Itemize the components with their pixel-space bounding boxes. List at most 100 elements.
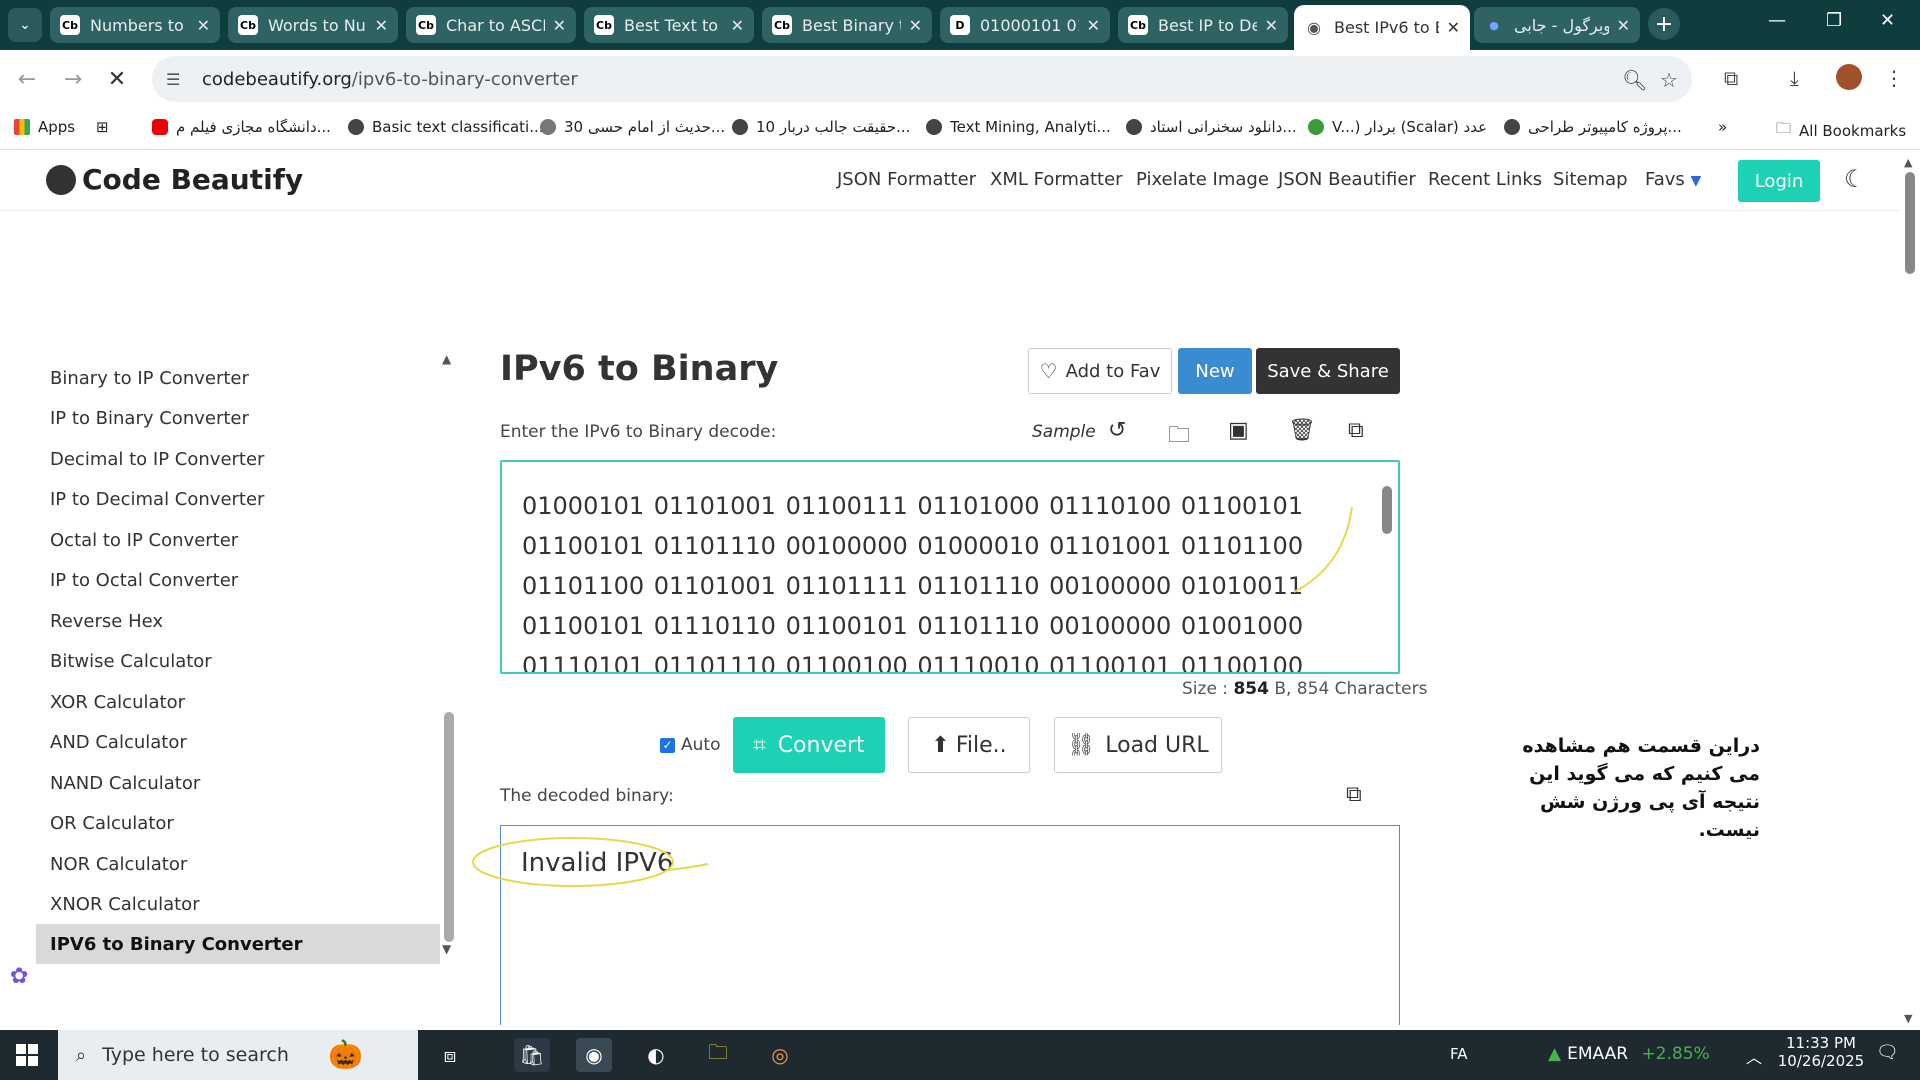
show-hidden-icons-chevron[interactable]: ︿ xyxy=(1746,1044,1762,1068)
edge-icon[interactable]: ◐ xyxy=(638,1038,674,1072)
bookmark-item[interactable]: Text Mining, Analyti... xyxy=(926,118,1111,136)
bookmark-apps[interactable]: Apps xyxy=(14,118,75,136)
sidebar-item-reverse-hex[interactable]: Reverse Hex xyxy=(36,601,440,641)
browser-tab[interactable]: Cb Best Binary to ✕ xyxy=(762,7,932,43)
notifications-icon[interactable]: 🗨 xyxy=(1876,1042,1899,1063)
add-to-fav-button[interactable]: ♡ Add to Fav xyxy=(1028,348,1172,394)
sidebar-item-xor-calculator[interactable]: XOR Calculator xyxy=(36,682,440,722)
file-explorer-icon[interactable]: 🗀 xyxy=(700,1038,736,1072)
bookmark-item[interactable]: 10 حقیقت جالب دربار... xyxy=(732,118,910,136)
browser-tab[interactable]: D 01000101 01 ✕ xyxy=(940,7,1110,43)
trash-icon[interactable]: 🗑 xyxy=(1288,418,1316,443)
sidebar-item-ipv6-to-binary[interactable]: IPV6 to Binary Converter xyxy=(36,924,440,964)
grid-icon[interactable]: ⊞ xyxy=(96,118,109,136)
browser-tab[interactable]: Cb Numbers to W ✕ xyxy=(50,7,220,43)
browser-tab[interactable]: Cb Char to ASCII ✕ xyxy=(406,7,576,43)
nav-pixelate-image[interactable]: Pixelate Image xyxy=(1136,169,1269,190)
restore-window-icon[interactable]: ❐ xyxy=(1826,10,1842,31)
nav-xml-formatter[interactable]: XML Formatter xyxy=(990,169,1123,190)
back-arrow-icon[interactable]: ← xyxy=(10,62,44,96)
close-tab-icon[interactable]: ✕ xyxy=(1447,18,1460,37)
profile-avatar[interactable] xyxy=(1836,64,1862,90)
bookmark-item[interactable]: دانشگاه مجازی فیلم م... xyxy=(152,118,331,136)
copy-icon[interactable]: ⧉ xyxy=(1348,418,1364,443)
input-scrollbar[interactable] xyxy=(1382,486,1392,534)
page-scroll-up-icon[interactable]: ▲ xyxy=(1904,156,1912,169)
sidebar-item-ip-to-octal[interactable]: IP to Octal Converter xyxy=(36,560,440,600)
bookmark-item[interactable]: V...) بردار (Scalar) عدد xyxy=(1308,118,1487,136)
close-tab-icon[interactable]: ✕ xyxy=(1617,16,1630,35)
more-bookmarks-chevron-icon[interactable]: » xyxy=(1718,118,1727,136)
download-icon[interactable]: ⤓ xyxy=(1790,66,1799,90)
convert-button[interactable]: ⌗ Convert xyxy=(733,717,885,773)
sidebar-item-or-calculator[interactable]: OR Calculator xyxy=(36,803,440,843)
close-tab-icon[interactable]: ✕ xyxy=(375,16,388,35)
page-scrollbar[interactable] xyxy=(1905,172,1915,274)
auto-checkbox[interactable]: ✓ Auto xyxy=(660,735,720,755)
sidebar-item-nor-calculator[interactable]: NOR Calculator xyxy=(36,844,440,884)
browser-menu-kebab-icon[interactable]: ⋮ xyxy=(1884,66,1904,90)
store-icon[interactable]: 🛍 xyxy=(514,1038,550,1072)
input-language[interactable]: FA xyxy=(1450,1045,1468,1063)
browser-tab[interactable]: Cb Best Text to B ✕ xyxy=(584,7,754,43)
nav-recent-links[interactable]: Recent Links xyxy=(1428,169,1542,190)
sidebar-item-and-calculator[interactable]: AND Calculator xyxy=(36,722,440,762)
ipv6-input-textarea[interactable]: 01000101 01101001 01100111 01101000 0111… xyxy=(500,460,1400,674)
nav-json-formatter[interactable]: JSON Formatter xyxy=(837,169,976,190)
task-view-icon[interactable]: ⧈ xyxy=(432,1038,468,1072)
sidebar-item-nand-calculator[interactable]: NAND Calculator xyxy=(36,763,440,803)
new-button[interactable]: New xyxy=(1178,348,1252,394)
browser-tab[interactable]: Cb Best IP to De ✕ xyxy=(1118,7,1288,43)
new-tab-plus-icon[interactable]: + xyxy=(1648,8,1680,40)
close-window-icon[interactable]: ✕ xyxy=(1880,10,1895,31)
taskbar-search-input[interactable]: ⌕ Type here to search 🎃 xyxy=(58,1030,418,1080)
nav-sitemap[interactable]: Sitemap xyxy=(1553,169,1628,190)
browser-tab-active[interactable]: ◉ Best IPv6 to B ✕ xyxy=(1294,5,1470,50)
close-tab-icon[interactable]: ✕ xyxy=(197,16,210,35)
chrome-icon[interactable]: ◉ xyxy=(576,1038,612,1072)
copy-output-icon[interactable]: ⧉ xyxy=(1346,782,1362,807)
extensions-puzzle-icon[interactable]: ⧉ xyxy=(1724,66,1738,90)
bookmark-item[interactable]: دانلود سخنرانی استاد... xyxy=(1126,118,1297,136)
windows-start-icon[interactable] xyxy=(16,1044,38,1066)
ai-assistant-icon[interactable]: ✿ xyxy=(10,964,28,989)
site-info-icon[interactable]: ☰ xyxy=(166,70,194,89)
stop-loading-icon[interactable]: ✕ xyxy=(100,62,134,96)
sidebar-item-binary-to-ip[interactable]: Binary to IP Converter xyxy=(36,358,440,398)
sidebar-item-bitwise-calculator[interactable]: Bitwise Calculator xyxy=(36,641,440,681)
sidebar-item-octal-to-ip[interactable]: Octal to IP Converter xyxy=(36,520,440,560)
login-button[interactable]: Login xyxy=(1738,160,1820,202)
stock-widget[interactable]: ▲ EMAAR +2.85% xyxy=(1548,1044,1710,1064)
browser-tab[interactable]: ● ویرگول - جابی ✕ xyxy=(1474,7,1640,43)
close-tab-icon[interactable]: ✕ xyxy=(731,16,744,35)
bookmark-star-icon[interactable]: ☆ xyxy=(1660,68,1678,92)
tab-search-chevron-icon[interactable]: ⌄ xyxy=(8,8,42,42)
url-text[interactable]: codebeautify.org/ipv6-to-binary-converte… xyxy=(202,69,578,90)
save-disk-icon[interactable]: ▣ xyxy=(1228,418,1249,443)
close-tab-icon[interactable]: ✕ xyxy=(1087,16,1100,35)
minimize-window-icon[interactable]: — xyxy=(1768,10,1786,31)
nav-favs[interactable]: Favs ▼ xyxy=(1645,169,1701,190)
clock[interactable]: 11:33 PM 10/26/2025 xyxy=(1776,1034,1866,1070)
page-scroll-down-icon[interactable]: ▼ xyxy=(1904,1012,1912,1025)
sample-link[interactable]: Sample xyxy=(1032,422,1096,442)
nav-json-beautifier[interactable]: JSON Beautifier xyxy=(1278,169,1416,190)
bookmark-item[interactable]: پروژه کامپیوتر طراحی... xyxy=(1504,118,1682,136)
close-tab-icon[interactable]: ✕ xyxy=(909,16,922,35)
close-tab-icon[interactable]: ✕ xyxy=(553,16,566,35)
zoom-icon[interactable]: 🔍︎ xyxy=(1622,68,1647,92)
sidebar-item-ip-to-binary[interactable]: IP to Binary Converter xyxy=(36,398,440,438)
sidebar-item-ip-to-decimal[interactable]: IP to Decimal Converter xyxy=(36,479,440,519)
app-icon[interactable]: ◎ xyxy=(762,1038,798,1072)
site-logo[interactable]: Code Beautify xyxy=(46,163,303,196)
sidebar-scroll-down-icon[interactable]: ▼ xyxy=(442,942,451,956)
close-tab-icon[interactable]: ✕ xyxy=(1265,16,1278,35)
open-folder-icon[interactable]: 🗀 xyxy=(1168,418,1190,456)
load-url-button[interactable]: ⛓ Load URL xyxy=(1054,717,1222,773)
browser-tab[interactable]: Cb Words to Nu ✕ xyxy=(228,7,398,43)
bookmark-item[interactable]: Basic text classificati... xyxy=(348,118,544,136)
sidebar-item-xnor-calculator[interactable]: XNOR Calculator xyxy=(36,884,440,924)
forward-arrow-icon[interactable]: → xyxy=(56,62,90,96)
sidebar-item-decimal-to-ip[interactable]: Decimal to IP Converter xyxy=(36,439,440,479)
history-icon[interactable]: ↺ xyxy=(1108,418,1126,443)
